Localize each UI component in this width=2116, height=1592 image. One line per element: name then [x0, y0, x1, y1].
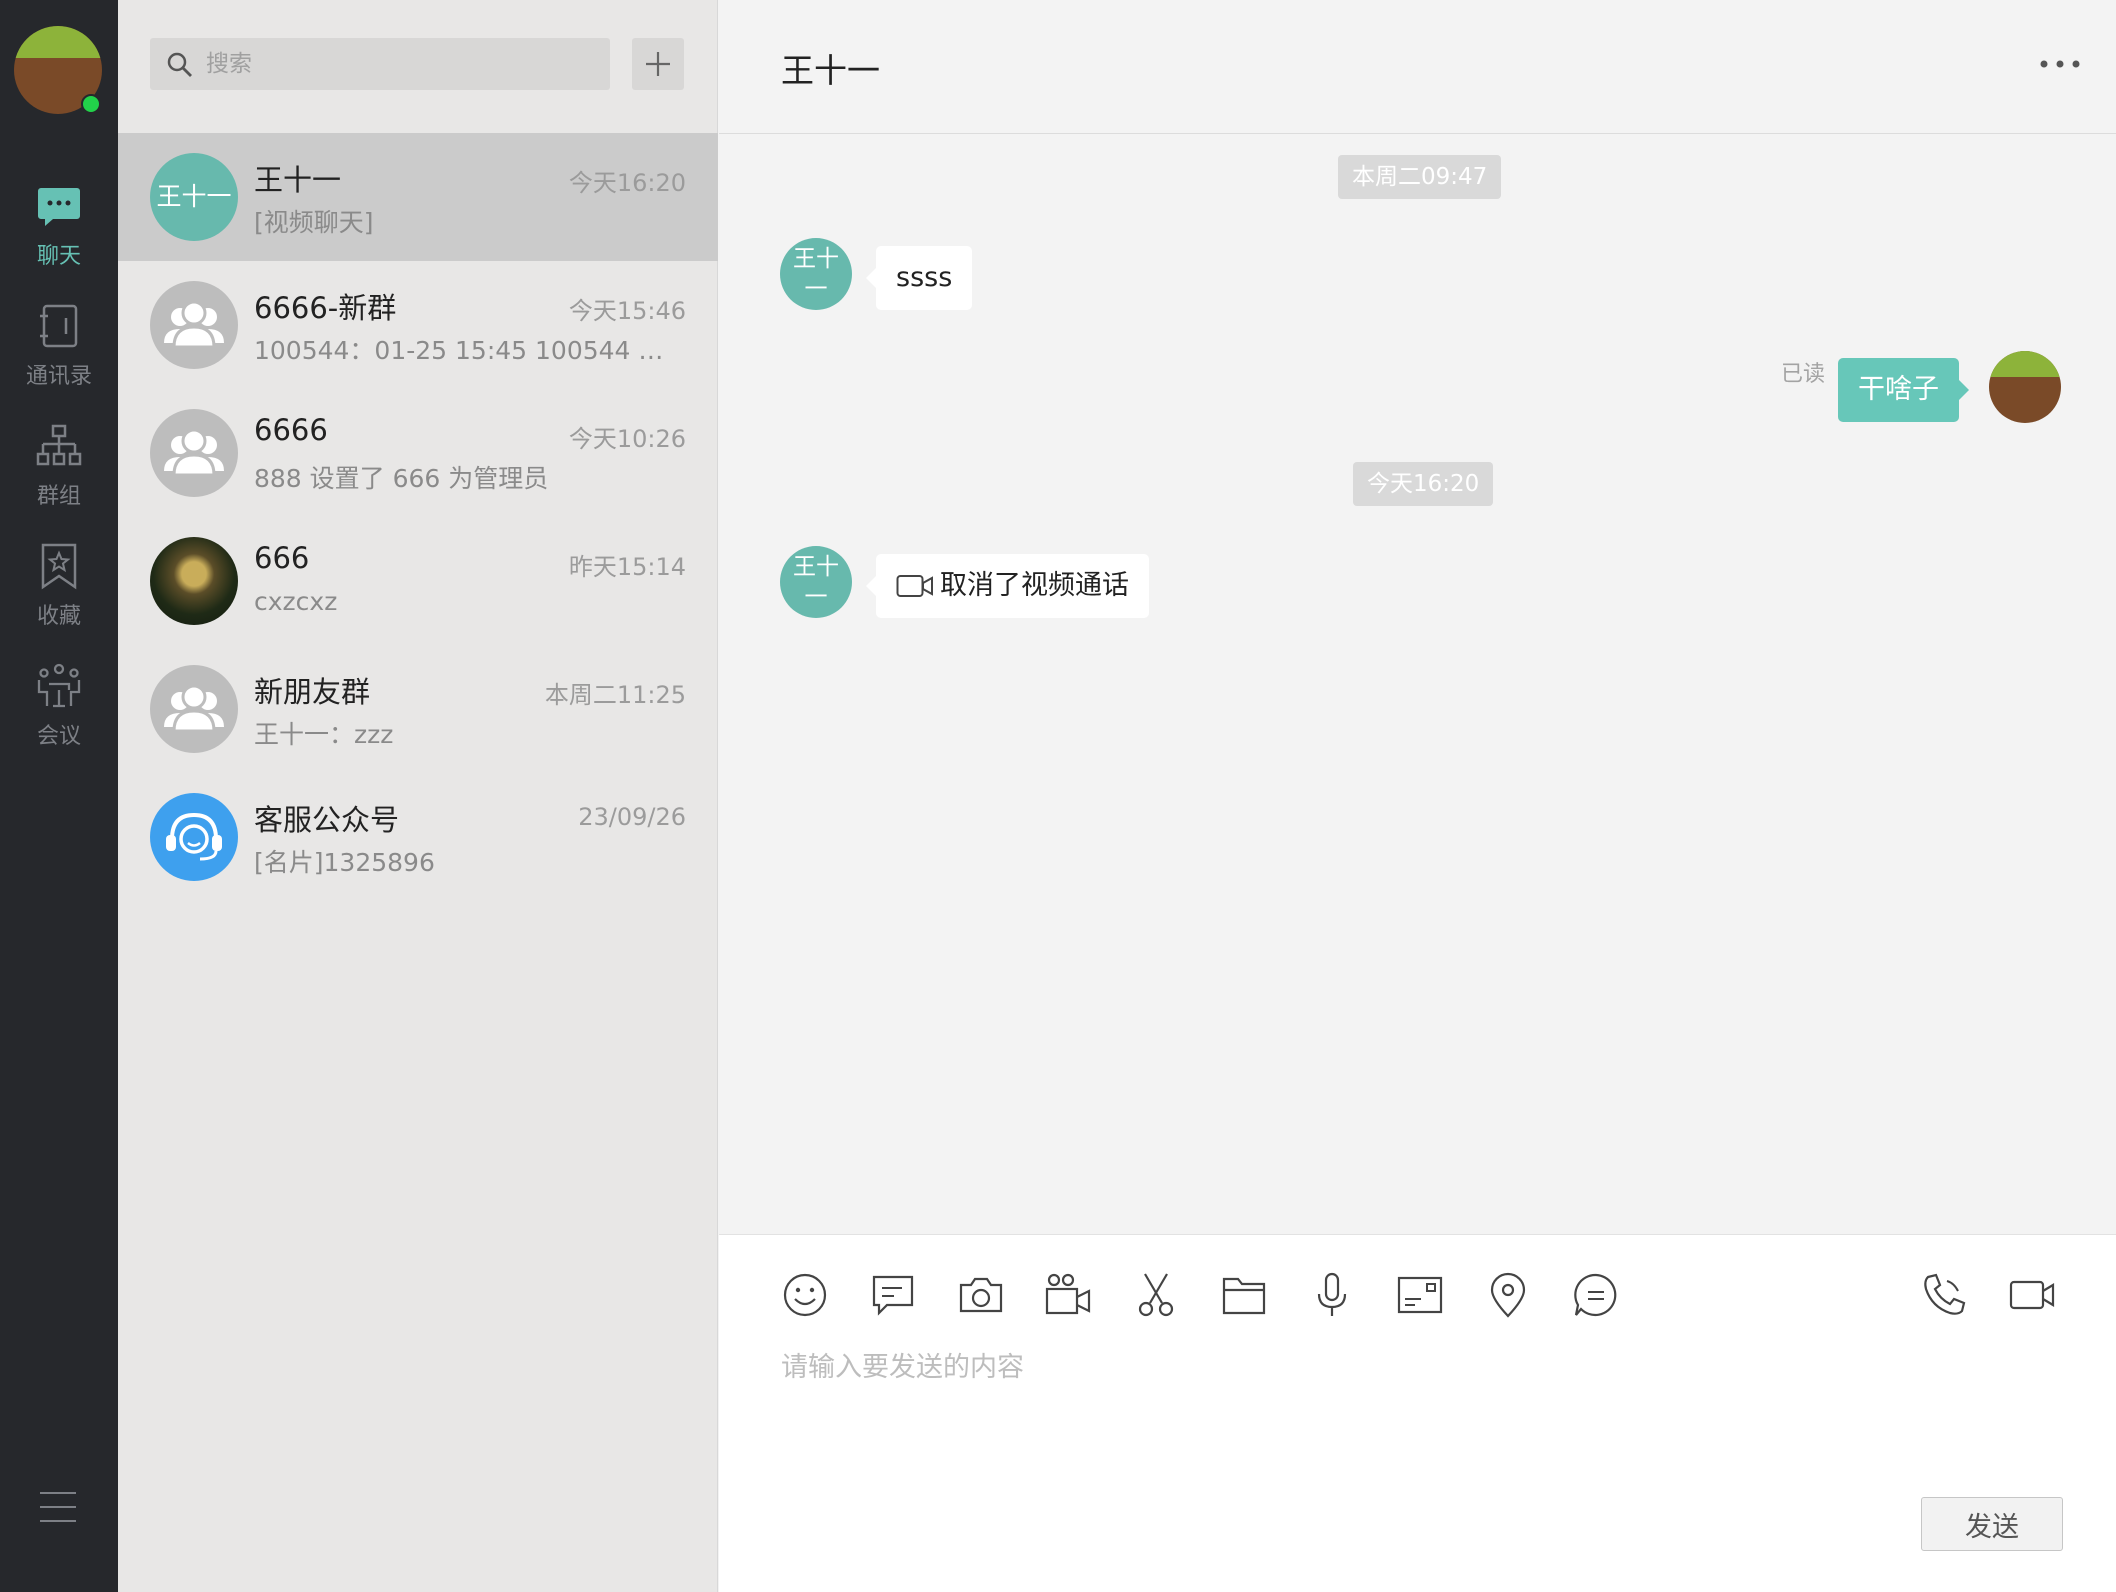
nav-rail: 聊天 通讯录 群组 收藏 会议 — [0, 0, 118, 1592]
sender-avatar-line: 王十 — [793, 554, 839, 580]
menu-icon[interactable] — [38, 1490, 78, 1524]
photo-avatar — [150, 537, 238, 625]
composer: 发送 — [719, 1234, 2116, 1592]
conversation-list-panel: 王十一 王十一 今天16:20 [视频聊天] 6666-新群 今天15:46 1… — [118, 0, 718, 1592]
search-input[interactable] — [206, 38, 596, 90]
video-icon — [896, 575, 933, 597]
group-avatar — [150, 665, 238, 753]
conversation-preview: [视频聊天] — [254, 208, 374, 237]
search-box[interactable] — [150, 38, 610, 90]
video-record-icon[interactable] — [1044, 1271, 1092, 1319]
conversation-time: 今天15:46 — [568, 297, 686, 325]
scissors-icon[interactable] — [1132, 1271, 1180, 1319]
sender-avatar[interactable]: 王十 一 — [780, 238, 852, 310]
conversation-preview: 888 设置了 666 为管理员 — [254, 464, 549, 493]
message-timestamp: 本周二09:47 — [1338, 155, 1502, 199]
conversation-item[interactable]: 6666-新群 今天15:46 100544：01-25 15:45 10054… — [118, 261, 718, 389]
group-icon — [164, 684, 224, 733]
sender-avatar-line: 一 — [804, 276, 828, 302]
conversation-name: 666 — [254, 541, 310, 575]
conversation-name: 王十一 — [254, 163, 342, 197]
service-avatar — [150, 793, 238, 881]
card-icon[interactable] — [1396, 1271, 1444, 1319]
nav-favorites[interactable]: 收藏 — [0, 542, 118, 630]
sender-avatar[interactable]: 王十 一 — [780, 546, 852, 618]
conversation-preview: 王十一：zzz — [254, 720, 394, 749]
search-icon — [167, 52, 192, 77]
microphone-icon[interactable] — [1308, 1271, 1356, 1319]
video-call-icon[interactable] — [2008, 1271, 2056, 1319]
add-button[interactable] — [632, 38, 684, 90]
conversation-name: 6666-新群 — [254, 291, 397, 325]
nav-favorites-label: 收藏 — [36, 604, 81, 629]
sender-avatar-line: 王十 — [793, 246, 839, 272]
conversation-item[interactable]: 666 昨天15:14 cxzcxz — [118, 517, 718, 645]
chat-header: 王十一 — [719, 0, 2116, 134]
message-timestamp: 今天16:20 — [1353, 462, 1494, 506]
nav-contacts[interactable]: 通讯录 — [0, 302, 118, 390]
conversation-time: 今天16:20 — [568, 169, 686, 197]
group-icon — [164, 300, 224, 349]
more-options-icon[interactable] — [2038, 56, 2082, 72]
conversation-preview: 100544：01-25 15:45 100544 ===... — [254, 336, 684, 365]
nav-meeting-label: 会议 — [36, 724, 81, 749]
sender-avatar-line: 一 — [804, 584, 828, 610]
outgoing-message[interactable]: 干啥子 — [1838, 358, 1969, 422]
group-icon — [164, 428, 224, 477]
nav-chat-label: 聊天 — [36, 244, 81, 269]
send-button[interactable]: 发送 — [1921, 1497, 2063, 1551]
message-icon[interactable] — [869, 1271, 917, 1319]
read-status: 已读 — [1781, 362, 1826, 387]
customer-service-icon — [166, 812, 222, 861]
incoming-message[interactable]: ssss — [865, 246, 973, 310]
conversation-time: 昨天15:14 — [568, 553, 686, 581]
camera-icon[interactable] — [957, 1271, 1005, 1319]
chat-title: 王十一 — [781, 51, 880, 90]
nav-chat[interactable]: 聊天 — [0, 182, 118, 270]
conversation-time: 本周二11:25 — [544, 681, 686, 709]
conversation-name: 新朋友群 — [254, 675, 371, 709]
nav-meeting[interactable]: 会议 — [0, 662, 118, 750]
conversation-time: 今天10:26 — [568, 425, 686, 453]
nav-contacts-label: 通讯录 — [25, 364, 92, 389]
self-avatar[interactable] — [1989, 351, 2061, 423]
conversation-item[interactable]: 王十一 王十一 今天16:20 [视频聊天] — [118, 133, 718, 261]
chat-icon — [38, 188, 80, 226]
conversation-preview: [名片]1325896 — [254, 848, 435, 877]
conversation-name: 客服公众号 — [254, 803, 400, 837]
quick-reply-icon[interactable] — [1572, 1271, 1620, 1319]
meeting-icon — [37, 663, 81, 708]
conversation-time: 23/09/26 — [578, 803, 686, 831]
org-tree-icon — [36, 424, 82, 466]
nav-groups-label: 群组 — [36, 484, 81, 509]
plus-icon — [646, 52, 670, 76]
contacts-book-icon — [40, 304, 78, 348]
group-avatar — [150, 409, 238, 497]
conversation-preview: cxzcxz — [254, 587, 338, 616]
call-message-text: 取消了视频通话 — [940, 570, 1129, 601]
emoji-icon[interactable] — [781, 1271, 829, 1319]
message-input[interactable] — [781, 1345, 2071, 1505]
chat-pane: 王十一 本周二09:47 王十 一 ssss 已读 干啥子 今天16:20 王十… — [719, 0, 2116, 1592]
bookmark-star-icon — [41, 543, 77, 590]
call-message[interactable]: 取消了视频通话 — [866, 554, 1149, 618]
conversation-item[interactable]: 客服公众号 23/09/26 [名片]1325896 — [118, 773, 718, 901]
location-icon[interactable] — [1484, 1271, 1532, 1319]
contact-avatar: 王十一 — [150, 153, 238, 241]
conversation-item[interactable]: 新朋友群 本周二11:25 王十一：zzz — [118, 645, 718, 773]
nav-groups[interactable]: 群组 — [0, 422, 118, 510]
conversation-item[interactable]: 6666 今天10:26 888 设置了 666 为管理员 — [118, 389, 718, 517]
conversation-name: 6666 — [254, 413, 328, 447]
voice-call-icon[interactable] — [1920, 1271, 1968, 1319]
group-avatar — [150, 281, 238, 369]
online-status-dot — [81, 94, 101, 114]
folder-icon[interactable] — [1220, 1271, 1268, 1319]
